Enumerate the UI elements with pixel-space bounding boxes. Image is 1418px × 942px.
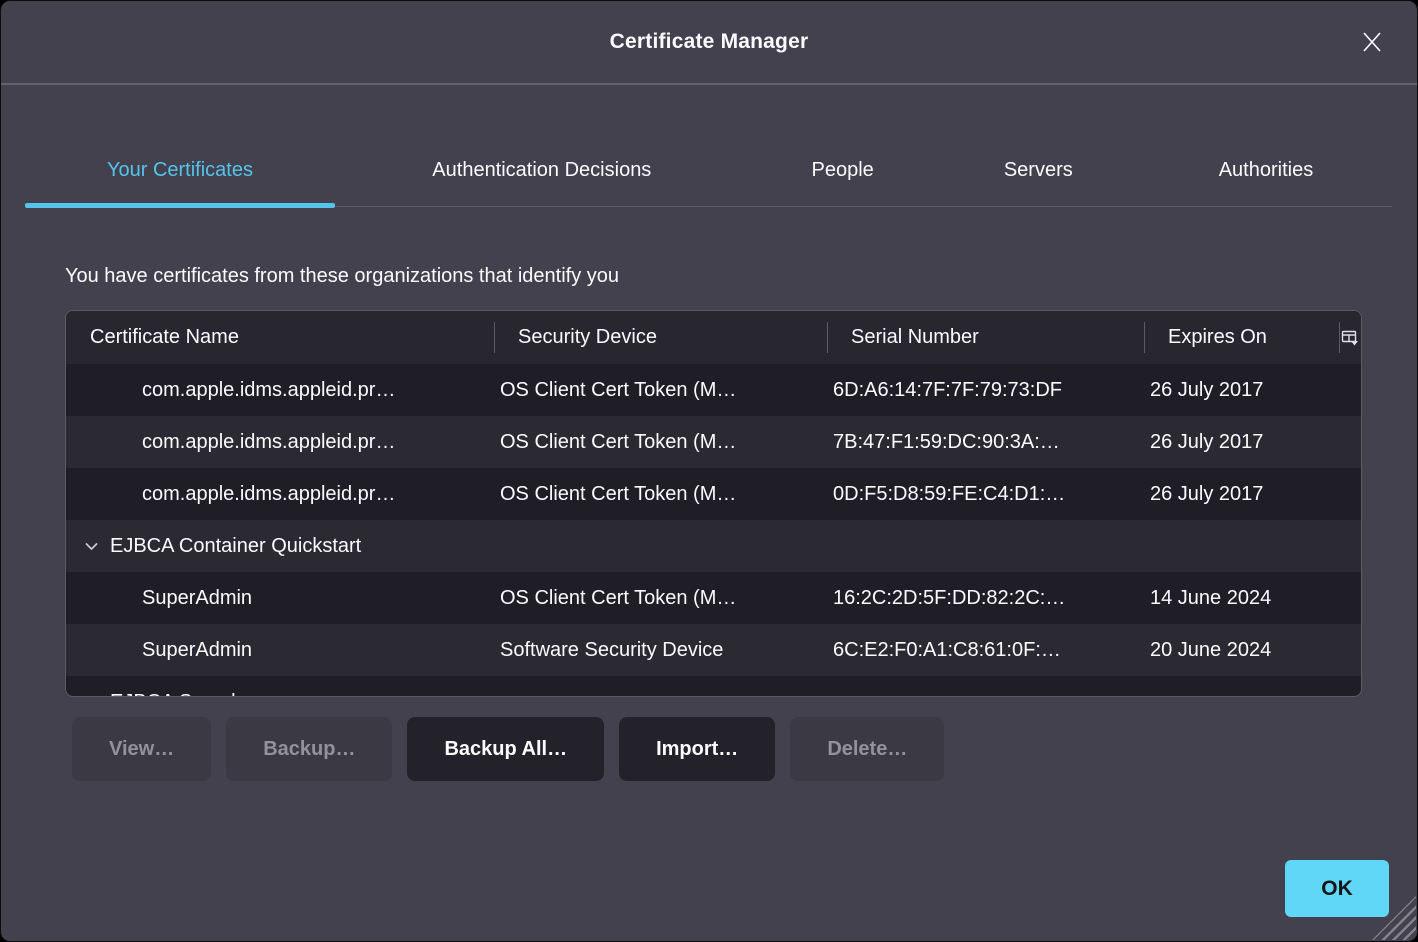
group-label: EJBCA Container Quickstart — [110, 535, 361, 558]
title-bar: Certificate Manager — [1, 1, 1417, 85]
ok-button[interactable]: OK — [1285, 860, 1389, 917]
table-header: Certificate Name Security Device Serial … — [66, 311, 1361, 364]
cert-row[interactable]: com.apple.idms.appleid.pr…OS Client Cert… — [66, 364, 1361, 416]
cell-expires: 20 June 2024 — [1144, 639, 1339, 662]
tab-your-certificates[interactable]: Your Certificates — [25, 147, 335, 206]
cert-row[interactable]: com.apple.idms.appleid.pr…OS Client Cert… — [66, 468, 1361, 520]
column-picker-icon — [1341, 329, 1359, 347]
view-button[interactable]: View… — [72, 717, 211, 781]
cell-device: OS Client Cert Token (M… — [494, 483, 827, 506]
certificate-manager-dialog: Certificate Manager Your Certificates Au… — [0, 0, 1418, 942]
col-header-security-device[interactable]: Security Device — [494, 311, 827, 364]
cell-certificate-name: SuperAdmin — [66, 639, 494, 662]
cell-device: OS Client Cert Token (M… — [494, 379, 827, 402]
group-row[interactable]: EJBCA Sample — [66, 676, 1361, 697]
tab-bar: Your Certificates Authentication Decisio… — [25, 147, 1392, 207]
backup-button[interactable]: Backup… — [226, 717, 392, 781]
table-body: com.apple.idms.appleid.pr…OS Client Cert… — [66, 364, 1361, 697]
cert-row[interactable]: SuperAdminOS Client Cert Token (M…16:2C:… — [66, 572, 1361, 624]
column-picker[interactable] — [1339, 311, 1361, 364]
col-header-expires-on[interactable]: Expires On — [1144, 311, 1339, 364]
close-icon — [1359, 29, 1385, 55]
cell-device: Software Security Device — [494, 639, 827, 662]
cell-serial: 6D:A6:14:7F:7F:79:73:DF — [827, 379, 1144, 402]
cell-certificate-name: com.apple.idms.appleid.pr… — [66, 483, 494, 506]
group-label: EJBCA Sample — [110, 691, 247, 698]
cell-serial: 0D:F5:D8:59:FE:C4:D1:… — [827, 483, 1144, 506]
cell-certificate-name: SuperAdmin — [66, 587, 494, 610]
cell-expires: 26 July 2017 — [1144, 379, 1339, 402]
cell-serial: 6C:E2:F0:A1:C8:61:0F:… — [827, 639, 1144, 662]
chevron-down-icon — [84, 695, 99, 698]
tab-servers[interactable]: Servers — [937, 147, 1140, 206]
cell-certificate-name: com.apple.idms.appleid.pr… — [66, 379, 494, 402]
description-text: You have certificates from these organiz… — [65, 265, 1353, 288]
tab-authorities[interactable]: Authorities — [1140, 147, 1392, 206]
cell-serial: 16:2C:2D:5F:DD:82:2C:… — [827, 587, 1144, 610]
cert-row[interactable]: com.apple.idms.appleid.pr…OS Client Cert… — [66, 416, 1361, 468]
close-button[interactable] — [1357, 27, 1387, 57]
cell-serial: 7B:47:F1:59:DC:90:3A:… — [827, 431, 1144, 454]
backup-all-button[interactable]: Backup All… — [407, 717, 604, 781]
action-button-row: View… Backup… Backup All… Import… Delete… — [72, 717, 1417, 781]
col-header-serial-number[interactable]: Serial Number — [827, 311, 1144, 364]
tab-authentication-decisions[interactable]: Authentication Decisions — [335, 147, 749, 206]
cert-row[interactable]: SuperAdminSoftware Security Device6C:E2:… — [66, 624, 1361, 676]
delete-button[interactable]: Delete… — [790, 717, 944, 781]
cell-certificate-name: com.apple.idms.appleid.pr… — [66, 431, 494, 454]
cell-device: OS Client Cert Token (M… — [494, 431, 827, 454]
dialog-title: Certificate Manager — [610, 30, 809, 54]
cell-expires: 26 July 2017 — [1144, 431, 1339, 454]
certificates-table: Certificate Name Security Device Serial … — [65, 310, 1362, 697]
cell-device: OS Client Cert Token (M… — [494, 587, 827, 610]
group-row[interactable]: EJBCA Container Quickstart — [66, 520, 1361, 572]
cell-expires: 14 June 2024 — [1144, 587, 1339, 610]
tab-people[interactable]: People — [749, 147, 937, 206]
import-button[interactable]: Import… — [619, 717, 775, 781]
cell-expires: 26 July 2017 — [1144, 483, 1339, 506]
col-header-certificate-name[interactable]: Certificate Name — [66, 311, 494, 364]
chevron-down-icon — [84, 539, 99, 554]
